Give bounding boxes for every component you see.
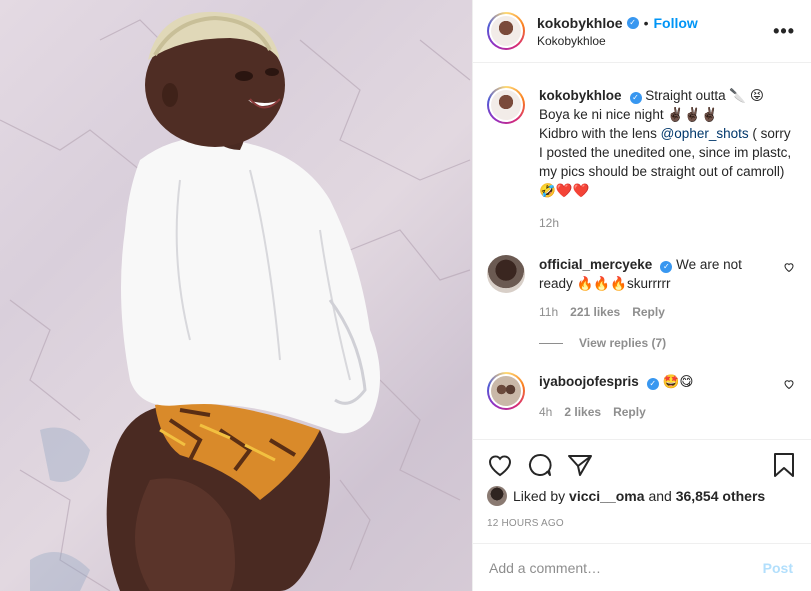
share-send-icon[interactable] [567, 453, 593, 477]
comment-avatar-image [487, 255, 525, 293]
comment-avatar-image [491, 376, 521, 406]
more-options-icon[interactable]: ••• [773, 21, 795, 42]
caption-avatar-image [491, 90, 521, 120]
comments-list[interactable]: kokobykhloe ✓ Straight outta 🔪 😝 Boya ke … [473, 64, 811, 438]
view-replies-button[interactable]: View replies (7) [539, 336, 795, 350]
verified-badge-icon: ✓ [660, 260, 673, 273]
caption-line-3-prefix: Kidbro with the lens [539, 126, 657, 141]
follow-button[interactable]: Follow [654, 15, 698, 31]
author-subtitle[interactable]: Kokobykhloe [537, 34, 773, 48]
comment-username[interactable]: official_mercyeke [539, 257, 652, 272]
caption-line-2: Boya ke ni nice night ✌🏿✌🏿✌🏿 [539, 107, 718, 122]
likes-prefix: Liked by [513, 488, 566, 504]
comment-avatar[interactable] [487, 372, 525, 410]
view-replies-label[interactable]: View replies (7) [579, 336, 666, 350]
comment-text: 🤩😋 [662, 374, 694, 389]
comment-avatar[interactable] [487, 255, 525, 293]
comment-like-heart-icon[interactable] [783, 261, 795, 273]
comment-reply-button[interactable]: Reply [632, 303, 665, 322]
comment-body: official_mercyeke ✓ We are not ready 🔥🔥🔥s… [539, 255, 775, 322]
post-date[interactable]: 12 HOURS AGO [487, 518, 795, 529]
post-comment-button[interactable]: Post [763, 560, 793, 576]
post-header: kokobykhloe ✓ • Follow Kokobykhloe ••• [473, 0, 811, 63]
caption-avatar[interactable] [487, 86, 525, 124]
comment-item: iyaboojofespris ✓ 🤩😋 4h 2 likes Reply [487, 350, 795, 422]
caption-time[interactable]: 12h [539, 214, 559, 233]
add-comment-input[interactable] [489, 559, 763, 576]
verified-badge-icon: ✓ [646, 377, 659, 390]
view-replies-line [539, 342, 563, 344]
comment-body: iyaboojofespris ✓ 🤩😋 4h 2 likes Reply [539, 372, 775, 422]
likes-summary: Liked by vicci__oma and 36,854 others [487, 486, 795, 506]
caption-mention-link[interactable]: @opher_shots [661, 126, 749, 141]
action-icon-row [487, 452, 795, 478]
header-text: kokobykhloe ✓ • Follow Kokobykhloe [537, 15, 773, 48]
comment-reply-button[interactable]: Reply [613, 403, 646, 422]
caption: kokobykhloe ✓ Straight outta 🔪 😝 Boya ke … [487, 64, 795, 233]
author-avatar-image [491, 16, 521, 46]
comment-likes[interactable]: 2 likes [564, 403, 601, 422]
comment-time[interactable]: 4h [539, 403, 552, 422]
comment-item: official_mercyeke ✓ We are not ready 🔥🔥🔥s… [487, 233, 795, 322]
author-username[interactable]: kokobykhloe [537, 15, 623, 31]
instagram-post: kokobykhloe ✓ • Follow Kokobykhloe ••• k… [0, 0, 811, 591]
add-comment-bar: Post [473, 543, 811, 591]
author-avatar[interactable] [487, 12, 525, 50]
separator-dot: • [643, 14, 649, 31]
liker-username[interactable]: vicci__oma [569, 488, 645, 504]
like-heart-icon[interactable] [487, 453, 513, 477]
caption-body: kokobykhloe ✓ Straight outta 🔪 😝 Boya ke … [539, 86, 795, 233]
comment-time[interactable]: 11h [539, 303, 558, 322]
comment-like-heart-icon[interactable] [783, 378, 795, 390]
post-actions: Liked by vicci__oma and 36,854 others 12… [473, 439, 811, 529]
likes-others-link[interactable]: 36,854 others [676, 488, 766, 504]
save-bookmark-icon[interactable] [773, 452, 795, 478]
likes-middle: and [648, 488, 672, 504]
liker-avatar[interactable] [487, 486, 507, 506]
comment-username[interactable]: iyaboojofespris [539, 374, 639, 389]
caption-line-1: Straight outta 🔪 😝 [645, 88, 764, 103]
verified-badge-icon: ✓ [629, 91, 642, 104]
caption-username[interactable]: kokobykhloe [539, 88, 622, 103]
post-photo-illustration [0, 11, 471, 591]
comment-likes[interactable]: 221 likes [570, 303, 620, 322]
post-photo[interactable] [0, 0, 472, 591]
verified-badge-icon: ✓ [626, 16, 639, 29]
post-side-panel: kokobykhloe ✓ • Follow Kokobykhloe ••• k… [472, 0, 811, 591]
comment-bubble-icon[interactable] [527, 453, 553, 477]
